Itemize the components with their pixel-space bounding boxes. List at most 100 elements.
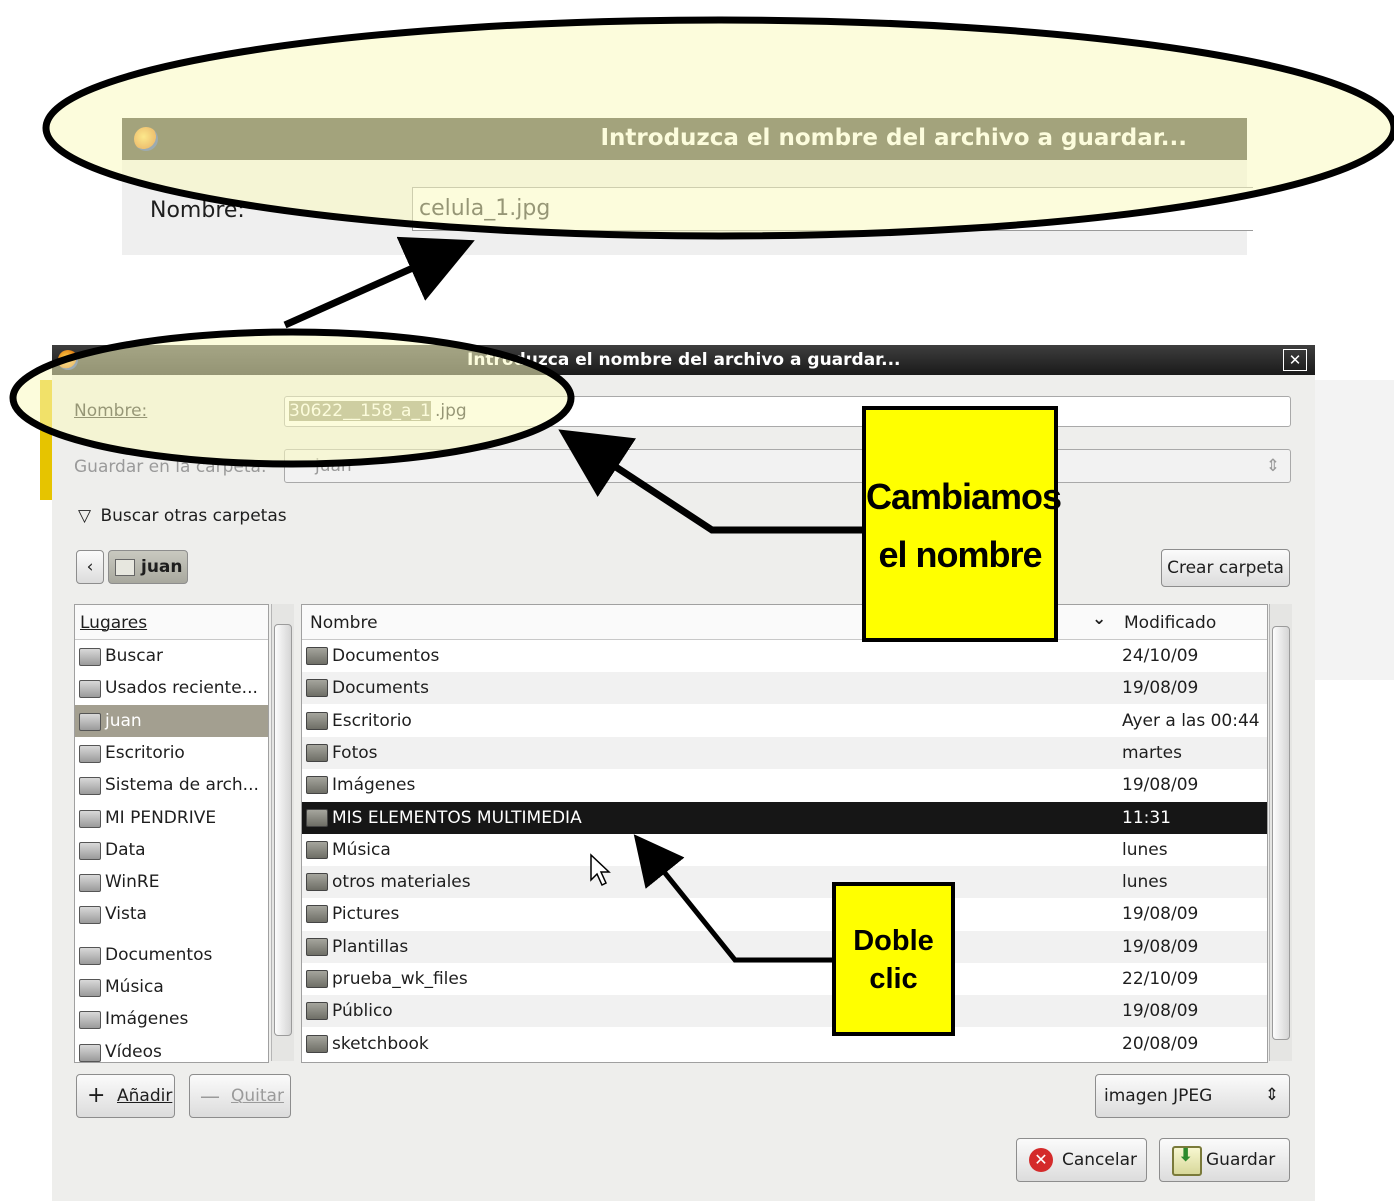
sidebar-item-label: Música: [105, 977, 164, 997]
places-pane: Lugares Buscar Usados reciente... juan Escr…: [74, 604, 269, 1063]
file-modified: 19/08/09: [1122, 678, 1199, 699]
file-modified: lunes: [1122, 839, 1168, 860]
sidebar-item-mi-pendrive[interactable]: MI PENDRIVE: [75, 802, 268, 834]
home-folder-icon: [115, 559, 135, 576]
file-row[interactable]: Documentos 24/10/09: [302, 640, 1267, 672]
firefox-icon: [134, 127, 158, 151]
firefox-icon: [58, 350, 78, 370]
file-modified: 19/08/09: [1122, 936, 1199, 957]
sidebar-item-escritorio[interactable]: Escritorio: [75, 737, 268, 769]
name-input-selected-text: 30622__158_a_1: [289, 401, 431, 421]
files-scroll-thumb[interactable]: [1272, 626, 1290, 1040]
file-name: Música: [332, 839, 391, 860]
file-row[interactable]: prueba_wk_files 22/10/09: [302, 963, 1267, 995]
add-button-label: Añadir: [117, 1086, 173, 1106]
file-row[interactable]: Documents 19/08/09: [302, 672, 1267, 705]
file-row[interactable]: Pictures 19/08/09: [302, 898, 1267, 930]
browse-folders-toggle[interactable]: ▽ Buscar otras carpetas: [78, 506, 287, 526]
file-row[interactable]: otros materiales lunes: [302, 866, 1267, 899]
file-type-combo[interactable]: imagen JPEG ⇕: [1095, 1074, 1290, 1118]
file-row[interactable]: Escritorio Ayer a las 00:44: [302, 705, 1267, 737]
folder-icon: [306, 808, 328, 827]
file-name: Público: [332, 1001, 393, 1022]
zoomed-name-snippet: Introduzca el nombre del archivo a guard…: [122, 118, 1253, 255]
sidebar-item-label: WinRE: [105, 872, 160, 893]
folder-icon: [306, 937, 328, 956]
create-folder-button[interactable]: Crear carpeta: [1161, 549, 1290, 587]
back-button[interactable]: ‹: [76, 550, 104, 584]
background-window-right: [1315, 380, 1394, 680]
sidebar-item-música[interactable]: Música: [75, 971, 268, 1003]
sidebar-item-winre[interactable]: WinRE: [75, 866, 268, 898]
save-in-combo[interactable]: juan ⇕: [284, 449, 1291, 483]
sidebar-item-juan[interactable]: juan: [75, 704, 268, 737]
remove-button[interactable]: — Quitar: [189, 1074, 291, 1118]
browse-folders-label: Buscar otras carpetas: [100, 506, 287, 526]
sidebar-item-imágenes[interactable]: Imágenes: [75, 1003, 268, 1035]
folder-icon: [306, 743, 328, 762]
desktop-icon: [79, 744, 101, 763]
file-modified: 19/08/09: [1122, 1001, 1199, 1022]
remove-button-label: Quitar: [231, 1086, 284, 1106]
sidebar-item-label: Vista: [105, 904, 147, 925]
column-modified-header[interactable]: Modificado: [1124, 613, 1216, 633]
places-scroll-thumb[interactable]: [274, 624, 292, 1036]
file-row[interactable]: Plantillas 19/08/09: [302, 930, 1267, 963]
sidebar-item-label: Vídeos: [105, 1041, 162, 1062]
name-input[interactable]: 30622__158_a_1 .jpg: [284, 396, 1291, 427]
drive-icon: [79, 874, 101, 893]
recent-icon: [79, 680, 101, 699]
sidebar-item-vista[interactable]: Vista: [75, 898, 268, 930]
file-row[interactable]: Imágenes 19/08/09: [302, 769, 1267, 801]
file-name: Documentos: [332, 646, 440, 666]
name-label: Nombre:: [74, 401, 148, 421]
dialog-titlebar: Introduzca el nombre del archivo a guard…: [52, 345, 1315, 375]
folder-icon: [306, 873, 328, 892]
file-name: Escritorio: [332, 710, 412, 731]
sidebar-item-data[interactable]: Data: [75, 834, 268, 866]
folder-icon: [306, 970, 328, 988]
places-scrollbar[interactable]: [271, 604, 294, 1061]
folder-icon: [79, 946, 101, 965]
file-name: Fotos: [332, 742, 378, 763]
sidebar-item-label: Usados reciente...: [105, 678, 258, 699]
save-arrow-icon: ⬇: [1178, 1145, 1194, 1166]
file-row[interactable]: Público 19/08/09: [302, 995, 1267, 1028]
places-header-label: Lugares: [80, 613, 148, 633]
zoomed-name-value: celula_1.jpg: [419, 196, 551, 221]
sidebar-item-usados-reciente-[interactable]: Usados reciente...: [75, 672, 268, 704]
sidebar-item-vídeos[interactable]: Vídeos: [75, 1036, 268, 1062]
path-button-juan[interactable]: juan: [108, 550, 188, 584]
files-header: Nombre ⌄ Modificado: [302, 605, 1267, 640]
add-button[interactable]: + Añadir: [76, 1074, 175, 1118]
background-window-left: [40, 380, 52, 500]
sidebar-item-documentos[interactable]: Documentos: [75, 939, 268, 971]
cancel-button[interactable]: ✕ Cancelar: [1016, 1138, 1147, 1182]
file-row[interactable]: MIS ELEMENTOS MULTIMEDIA 11:31: [302, 801, 1267, 834]
folder-icon: [306, 1002, 328, 1021]
file-name: Imágenes: [332, 775, 416, 796]
sidebar-item-buscar[interactable]: Buscar: [75, 640, 268, 672]
files-scrollbar[interactable]: [1269, 604, 1292, 1061]
sidebar-item-sistema-de-arch-[interactable]: Sistema de arch...: [75, 769, 268, 801]
binoculars-icon: [79, 648, 101, 666]
file-row[interactable]: Música lunes: [302, 834, 1267, 866]
file-name: otros materiales: [332, 872, 471, 893]
file-row[interactable]: Fotos martes: [302, 736, 1267, 769]
sidebar-item-label: Documentos: [105, 944, 213, 965]
folder-icon: [79, 1043, 101, 1062]
folder-icon: [306, 905, 328, 924]
close-icon[interactable]: ✕: [1283, 349, 1307, 371]
places-header[interactable]: Lugares: [75, 605, 268, 640]
plus-icon: +: [87, 1083, 106, 1108]
zoomed-name-field[interactable]: celula_1.jpg: [412, 187, 1253, 231]
double-click-callout-text: Doble clic: [853, 925, 934, 995]
save-button[interactable]: ⬇ Guardar: [1159, 1138, 1290, 1182]
file-row[interactable]: sketchbook 20/08/09: [302, 1028, 1267, 1060]
file-modified: lunes: [1122, 872, 1168, 893]
drive-icon: [79, 809, 101, 828]
save-button-label: Guardar: [1206, 1150, 1276, 1170]
dialog-title: Introduzca el nombre del archivo a guard…: [467, 350, 901, 370]
zoom-link-arrow: [283, 236, 475, 329]
column-name-header[interactable]: Nombre: [310, 613, 378, 633]
